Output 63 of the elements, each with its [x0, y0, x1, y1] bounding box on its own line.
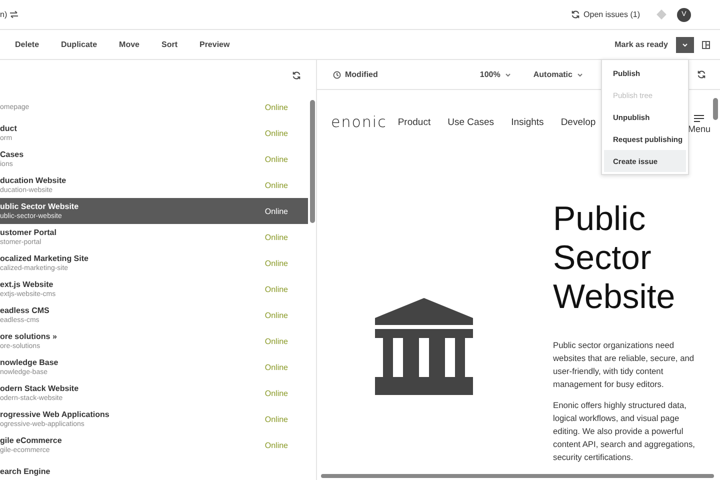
status-label: Online [264, 102, 288, 112]
status-label: Online [264, 154, 288, 164]
status-label: Online [264, 206, 288, 216]
building-icon [375, 298, 473, 395]
item-name: Cases [0, 149, 24, 160]
nav-link[interactable]: Insights [511, 116, 544, 128]
title-fragment: n) [0, 10, 8, 19]
caret-icon [577, 72, 584, 76]
dropdown-toggle[interactable] [676, 36, 694, 52]
item-name: eadless CMS [0, 305, 50, 316]
status-label: Online [264, 284, 288, 294]
item-name: ore solutions » [0, 331, 57, 342]
caret-icon [682, 42, 688, 46]
paragraph: Enonic offers highly structured data, logical workflows, and visual page editing. We also provide a powerful content API, search and aggregations, security certifications. [553, 399, 696, 464]
scrollbar-thumb[interactable] [310, 100, 315, 223]
toolbar-action[interactable]: Sort [161, 40, 178, 49]
toolbar-action[interactable]: Duplicate [61, 40, 98, 49]
menu-icon[interactable] [694, 115, 704, 122]
status-label: Online [264, 310, 288, 320]
item-name: ducation Website [0, 175, 66, 186]
issues-icon[interactable] [570, 10, 580, 19]
status-label: Online [264, 414, 288, 424]
item-name: odern Stack Website [0, 383, 79, 394]
caret-icon [505, 72, 512, 76]
mode-select[interactable]: Automatic [533, 70, 584, 79]
logo[interactable]: enonic [331, 113, 387, 131]
history-icon [333, 70, 341, 78]
item-name: duct [0, 123, 17, 134]
item-name: gile eCommerce [0, 435, 62, 446]
nav-link[interactable]: Use Cases [448, 116, 494, 128]
page-title: Public Sector Website [553, 200, 676, 317]
status-label: Online [264, 440, 288, 450]
reload-icon[interactable] [697, 70, 706, 79]
status-label: Online [264, 180, 288, 190]
open-issues-link[interactable]: Open issues (1) [570, 10, 640, 19]
toolbar-action[interactable]: Move [119, 40, 140, 49]
item-name: ocalized Marketing Site [0, 253, 88, 264]
status-label: Online [264, 336, 288, 346]
status-text: Modified [345, 70, 378, 79]
status-label: Online [264, 362, 288, 372]
item-name: ustomer Portal [0, 227, 56, 238]
zoom-select[interactable]: 100% [480, 70, 512, 79]
item-name: nowledge Base [0, 357, 58, 368]
paragraph: Public sector organizations need websites that are reliable, secure, and user-friendly, with tidy content management for busy editors. [553, 339, 696, 391]
item-name: ublic Sector Website [0, 201, 79, 212]
status-label: Online [264, 388, 288, 398]
toolbar-action[interactable]: Delete [15, 40, 40, 49]
scrollbar-thumb[interactable] [713, 98, 718, 120]
nav-link[interactable]: Product [398, 116, 431, 128]
toolbar-action[interactable]: Preview [199, 40, 230, 49]
item-name: earch Engine [0, 466, 50, 476]
refresh-icon[interactable] [292, 70, 301, 80]
item-name: ext.js Website [0, 279, 54, 290]
panel-icon[interactable] [702, 40, 710, 48]
status-label: Online [264, 128, 288, 138]
status-label: Online [264, 258, 288, 268]
swap-icon[interactable] [10, 11, 18, 18]
mark-as-ready-button[interactable]: Mark as ready [614, 40, 668, 49]
status-label: Online [264, 232, 288, 242]
tree-row[interactable]: earch Engine [0, 458, 308, 480]
item-name: rogressive Web Applications [0, 409, 110, 420]
scrollbar-thumb[interactable] [321, 474, 714, 478]
nav-link[interactable]: Develop [560, 116, 596, 128]
